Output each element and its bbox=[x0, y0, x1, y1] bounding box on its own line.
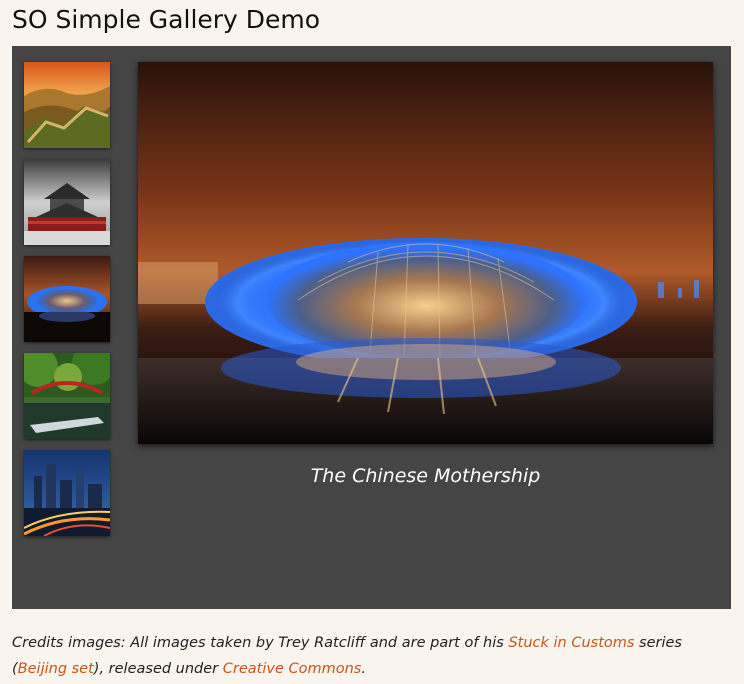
chinese-mothership-photo bbox=[138, 62, 713, 444]
photo-caption: The Chinese Mothership bbox=[310, 465, 541, 487]
credits-prefix: Credits images: All images taken by Trey… bbox=[12, 635, 509, 651]
chinese-mothership-thumbnail[interactable] bbox=[24, 256, 110, 342]
garden-bridge-thumbnail[interactable] bbox=[24, 353, 110, 439]
page-title: SO Simple Gallery Demo bbox=[12, 5, 321, 34]
creative-commons-link[interactable]: Creative Commons bbox=[223, 661, 362, 677]
stuck-in-customs-link[interactable]: Stuck in Customs bbox=[508, 635, 634, 651]
city-night-thumbnail[interactable] bbox=[24, 450, 110, 536]
credits-text: Credits images: All images taken by Trey… bbox=[12, 630, 732, 682]
great-wall-thumbnail[interactable] bbox=[24, 62, 110, 148]
drum-tower-thumbnail[interactable] bbox=[24, 159, 110, 245]
beijing-set-link[interactable]: Beijing set bbox=[18, 661, 94, 677]
credits-middle-2: ), released under bbox=[93, 661, 223, 677]
gallery: The Chinese Mothership bbox=[12, 46, 731, 609]
credits-suffix: . bbox=[361, 661, 366, 677]
